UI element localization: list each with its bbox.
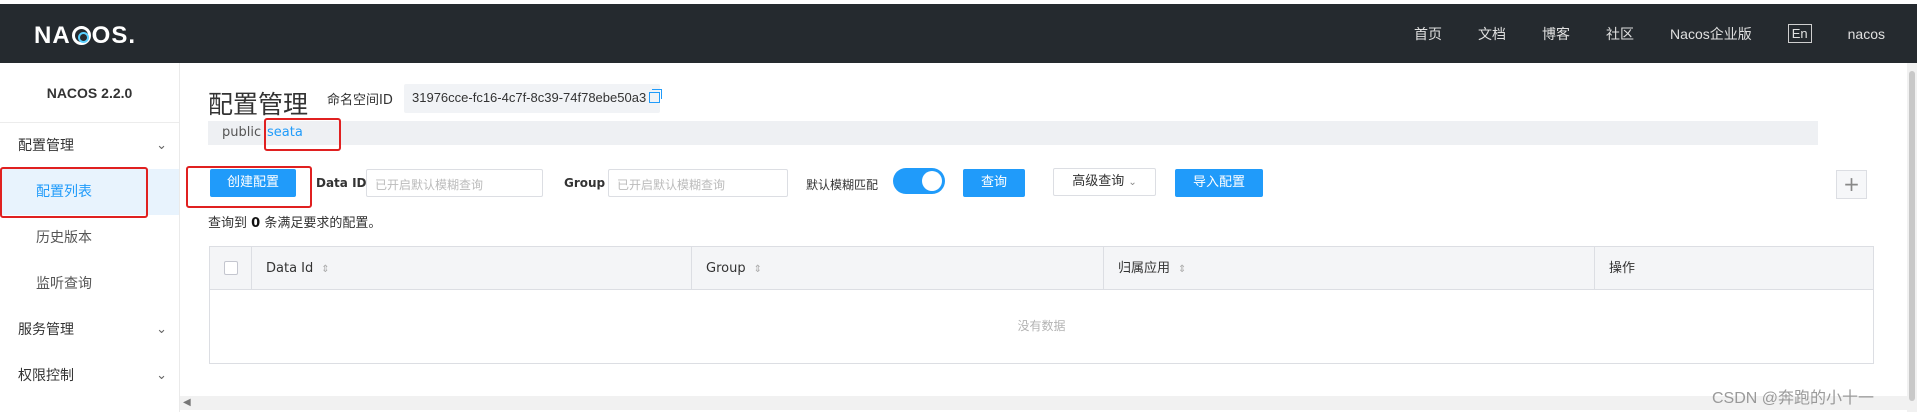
- column-actions: 操作: [1595, 247, 1874, 290]
- page-title: 配置管理: [208, 90, 309, 119]
- logo-text-end: OS: [91, 22, 129, 49]
- column-label: Data Id: [266, 261, 314, 276]
- table-header: Data Id ⇕ Group ⇕ 归属应用 ⇕ 操作: [210, 247, 1873, 290]
- sidebar-group-label: 权限控制: [18, 368, 74, 384]
- group-label: Group: [564, 176, 606, 190]
- sidebar-item-listener-query[interactable]: 监听查询: [0, 261, 179, 307]
- result-suffix: 条满足要求的配置。: [264, 216, 382, 231]
- namespace-tab-seata[interactable]: seata: [267, 125, 303, 140]
- nav-enterprise[interactable]: Nacos企业版: [1670, 24, 1752, 44]
- advanced-query-button[interactable]: 高级查询 ⌄: [1053, 168, 1156, 196]
- config-table: Data Id ⇕ Group ⇕ 归属应用 ⇕ 操作 没有数据: [209, 246, 1874, 364]
- column-label: Group: [706, 261, 746, 276]
- sort-icon[interactable]: ⇕: [1178, 264, 1186, 275]
- namespace-tabs: public seata: [208, 121, 1818, 145]
- sidebar-group-permission[interactable]: 权限控制 ⌄: [0, 353, 179, 399]
- sidebar-group-label: 服务管理: [18, 322, 74, 338]
- column-group[interactable]: Group ⇕: [692, 247, 1104, 290]
- main-content: 配置管理 命名空间ID 31976cce-fc16-4c7f-8c39-74f7…: [180, 63, 1917, 412]
- fuzzy-match-label: 默认模糊匹配: [806, 178, 879, 192]
- chevron-down-icon: ⌄: [156, 322, 167, 337]
- scrollbar-thumb[interactable]: [1909, 71, 1915, 401]
- plus-icon[interactable]: +: [1836, 170, 1867, 199]
- sidebar: NACOS 2.2.0 配置管理 ⌄ 配置列表 历史版本 监听查询 服务管理 ⌄…: [0, 63, 180, 412]
- column-data-id[interactable]: Data Id ⇕: [252, 247, 692, 290]
- language-toggle[interactable]: En: [1787, 24, 1812, 43]
- sidebar-item-config-list[interactable]: 配置列表: [0, 169, 179, 215]
- scroll-left-icon[interactable]: ◀: [183, 396, 191, 410]
- group-input[interactable]: 已开启默认模糊查询: [608, 169, 788, 197]
- import-config-button[interactable]: 导入配置: [1175, 169, 1263, 197]
- column-label: 操作: [1609, 261, 1636, 276]
- vertical-scrollbar[interactable]: [1907, 63, 1917, 412]
- result-summary: 查询到 0 条满足要求的配置。: [208, 212, 381, 231]
- chevron-down-icon: ⌄: [156, 368, 167, 383]
- user-menu[interactable]: nacos: [1848, 26, 1885, 42]
- logo-ring-icon: [71, 26, 91, 45]
- select-all-checkbox[interactable]: [224, 261, 238, 275]
- query-button[interactable]: 查询: [963, 169, 1025, 197]
- sidebar-group-label: 配置管理: [18, 138, 74, 154]
- select-all-cell: [210, 247, 252, 290]
- namespace-id-box: 31976cce-fc16-4c7f-8c39-74f78ebe50a3: [404, 84, 663, 113]
- sidebar-group-config[interactable]: 配置管理 ⌄: [0, 123, 179, 169]
- sort-icon[interactable]: ⇕: [754, 264, 762, 275]
- namespace-tab-public[interactable]: public: [222, 125, 261, 140]
- data-id-input[interactable]: 已开启默认模糊查询: [366, 169, 543, 197]
- chevron-down-icon: ⌄: [1128, 177, 1137, 188]
- data-id-label: Data ID: [316, 176, 367, 190]
- result-count: 0: [251, 216, 261, 231]
- empty-state: 没有数据: [1017, 319, 1066, 333]
- column-app[interactable]: 归属应用 ⇕: [1104, 247, 1595, 290]
- horizontal-scrollbar[interactable]: ◀: [180, 396, 1917, 410]
- watermark: CSDN @奔跑的小十一: [1712, 390, 1875, 407]
- sidebar-group-service[interactable]: 服务管理 ⌄: [0, 307, 179, 353]
- chevron-up-icon: ⌄: [156, 138, 167, 153]
- nav-blog[interactable]: 博客: [1542, 24, 1570, 44]
- result-prefix: 查询到: [208, 216, 248, 231]
- version-title: NACOS 2.2.0: [0, 63, 179, 123]
- top-navbar: NA OS. 首页 文档 博客 社区 Nacos企业版 En nacos: [0, 4, 1917, 63]
- advanced-query-label: 高级查询: [1072, 174, 1125, 189]
- top-nav-links: 首页 文档 博客 社区 Nacos企业版 En nacos: [1378, 4, 1885, 63]
- nacos-logo[interactable]: NA OS.: [34, 22, 136, 50]
- nav-community[interactable]: 社区: [1606, 24, 1634, 44]
- namespace-label: 命名空间ID: [327, 93, 393, 108]
- namespace-id-value: 31976cce-fc16-4c7f-8c39-74f78ebe50a3: [412, 90, 647, 105]
- copy-icon[interactable]: [649, 89, 663, 103]
- logo-text-start: NA: [34, 22, 71, 49]
- column-label: 归属应用: [1118, 261, 1171, 276]
- sort-icon[interactable]: ⇕: [321, 264, 329, 275]
- nav-docs[interactable]: 文档: [1478, 24, 1506, 44]
- fuzzy-match-toggle[interactable]: [893, 168, 945, 194]
- nav-home[interactable]: 首页: [1414, 24, 1442, 44]
- create-config-button[interactable]: 创建配置: [210, 169, 296, 197]
- sidebar-item-history[interactable]: 历史版本: [0, 215, 179, 261]
